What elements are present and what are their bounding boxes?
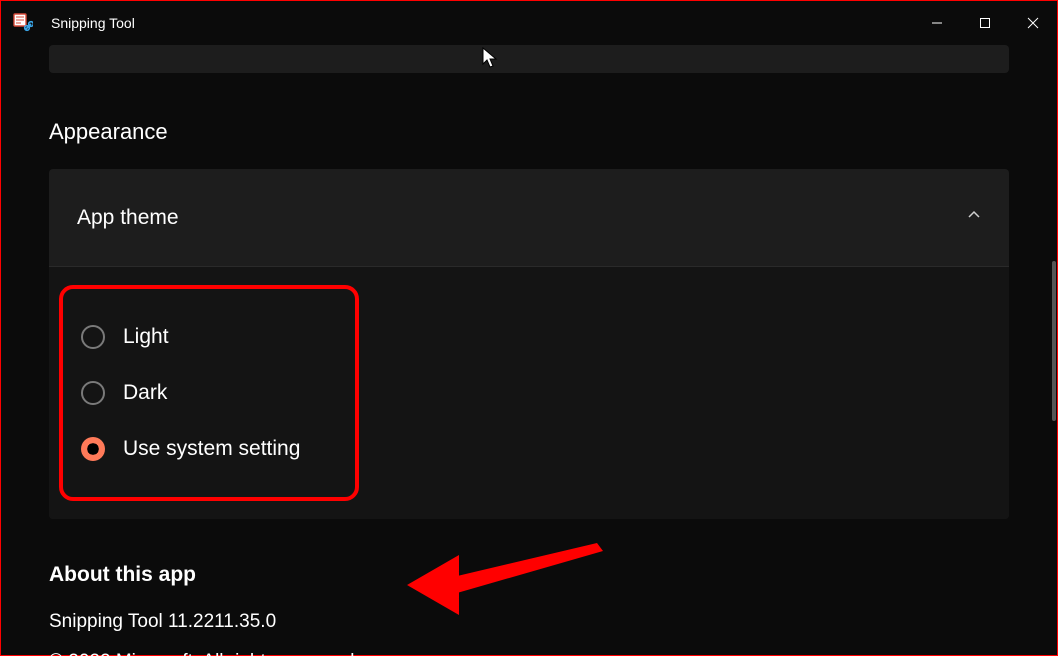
- minimize-button[interactable]: [913, 1, 961, 45]
- title-left: Snipping Tool: [13, 13, 135, 33]
- radio-label: Use system setting: [123, 437, 300, 461]
- snipping-tool-icon: [13, 13, 33, 33]
- appearance-section-title: Appearance: [49, 119, 1009, 145]
- theme-option-system[interactable]: Use system setting: [81, 421, 337, 477]
- about-section-title: About this app: [49, 563, 1009, 587]
- chevron-up-icon: [967, 208, 981, 227]
- close-button[interactable]: [1009, 1, 1057, 45]
- about-version: Snipping Tool 11.2211.35.0: [49, 611, 1009, 633]
- scrollbar-thumb[interactable]: [1052, 261, 1056, 421]
- app-theme-expander: App theme Light Dark: [49, 169, 1009, 519]
- radio-icon: [81, 325, 105, 349]
- theme-option-dark[interactable]: Dark: [81, 365, 337, 421]
- settings-content: Appearance App theme Light Dark: [1, 45, 1057, 655]
- app-theme-label: App theme: [77, 206, 179, 230]
- app-theme-header[interactable]: App theme: [49, 169, 1009, 267]
- radio-icon: [81, 381, 105, 405]
- window-controls: [913, 1, 1057, 45]
- radio-label: Dark: [123, 381, 167, 405]
- previous-section-card[interactable]: [49, 45, 1009, 73]
- app-window: Snipping Tool Appearance App theme: [0, 0, 1058, 656]
- theme-radio-group: Light Dark Use system setting: [59, 285, 359, 501]
- radio-icon-selected: [81, 437, 105, 461]
- about-copyright: © 2022 Microsoft. All rights reserved.: [49, 651, 1009, 656]
- app-title: Snipping Tool: [51, 15, 135, 31]
- theme-option-light[interactable]: Light: [81, 309, 337, 365]
- radio-label: Light: [123, 325, 169, 349]
- title-bar: Snipping Tool: [1, 1, 1057, 45]
- app-theme-body: Light Dark Use system setting: [49, 267, 1009, 519]
- maximize-button[interactable]: [961, 1, 1009, 45]
